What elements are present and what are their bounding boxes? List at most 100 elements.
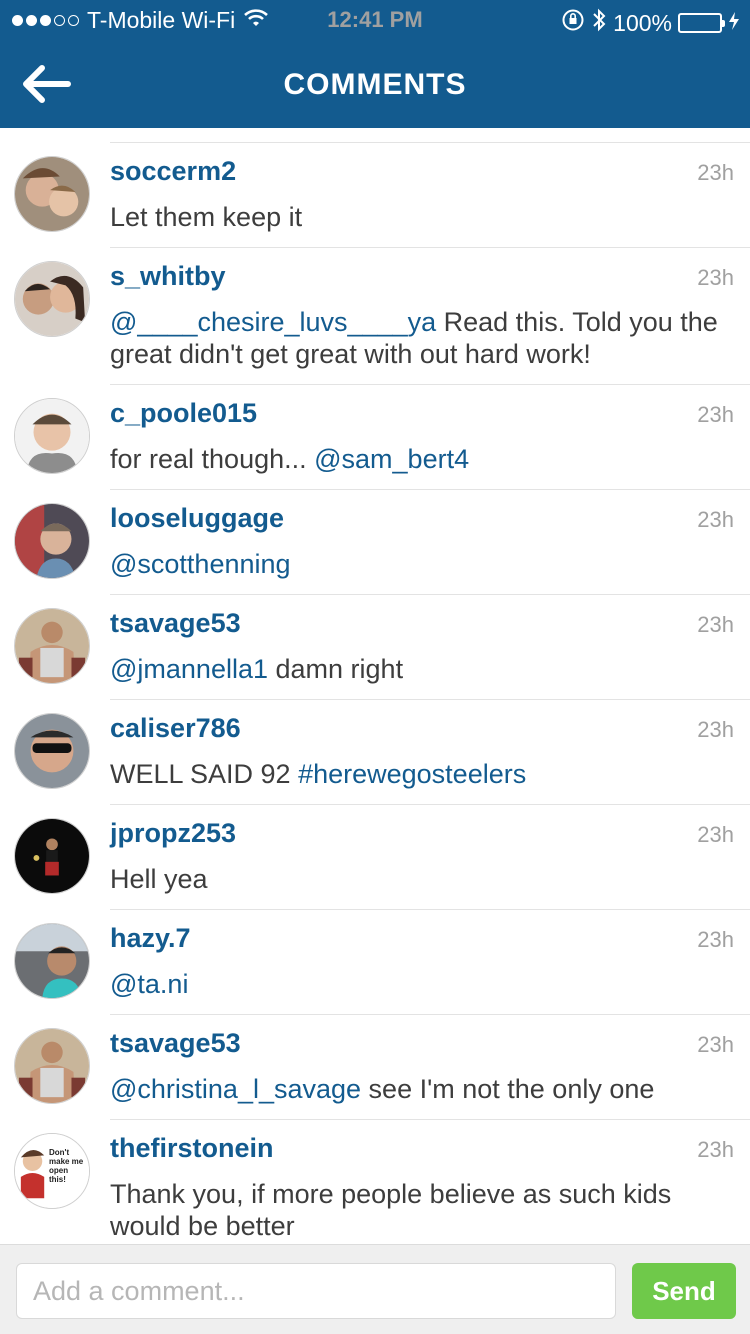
comment-header: jpropz253 23h — [110, 818, 734, 849]
comment-item: tsavage53 23h @jmannella1 damn right — [0, 594, 750, 699]
app-header: T-Mobile Wi-Fi 12:41 PM 100% COMMENTS — [0, 0, 750, 128]
comment-username[interactable]: soccerm2 — [110, 156, 236, 187]
comment-header: caliser786 23h — [110, 713, 734, 744]
comment-header: looseluggage 23h — [110, 503, 734, 534]
avatar[interactable] — [14, 398, 90, 474]
comment-item: s_whitby 23h @____chesire_luvs____ya Read … — [0, 247, 750, 384]
comment-text: @jmannella1 damn right — [110, 653, 734, 685]
comment-text: @christina_l_savage see I'm not the only… — [110, 1073, 734, 1105]
comment-username[interactable]: tsavage53 — [110, 608, 241, 639]
comment-username[interactable]: tsavage53 — [110, 1028, 241, 1059]
comment-body: hazy.7 23h @ta.ni — [110, 923, 750, 1000]
comment-text: @ta.ni — [110, 968, 734, 1000]
battery-icon — [678, 13, 725, 33]
comment-item: soccerm2 23h Let them keep it — [0, 142, 750, 247]
comment-item: hazy.7 23h @ta.ni — [0, 909, 750, 1014]
mention-link[interactable]: @jmannella1 — [110, 654, 268, 684]
comment-body: jpropz253 23h Hell yea — [110, 818, 750, 895]
comment-header: soccerm2 23h — [110, 156, 734, 187]
comment-composer: Send — [0, 1244, 750, 1334]
comment-text: Hell yea — [110, 863, 734, 895]
mention-link[interactable]: @scotthenning — [110, 549, 291, 579]
avatar-badge-text: Don't make me open this! — [49, 1148, 84, 1184]
comment-time: 23h — [697, 612, 734, 637]
avatar[interactable] — [14, 923, 90, 999]
comment-username[interactable]: looseluggage — [110, 503, 284, 534]
avatar[interactable] — [14, 156, 90, 232]
comment-item: caliser786 23h WELL SAID 92 #herewegosteel… — [0, 699, 750, 804]
battery-percent: 100% — [613, 9, 672, 36]
mention-link[interactable]: @christina_l_savage — [110, 1074, 361, 1104]
comment-item: tsavage53 23h @christina_l_savage see I'm … — [0, 1014, 750, 1119]
comment-username[interactable]: hazy.7 — [110, 923, 191, 954]
comment-header: c_poole015 23h — [110, 398, 734, 429]
comment-header: tsavage53 23h — [110, 608, 734, 639]
comment-username[interactable]: c_poole015 — [110, 398, 257, 429]
status-bar: T-Mobile Wi-Fi 12:41 PM 100% — [0, 0, 750, 40]
mention-link[interactable]: @____chesire_luvs____ya — [110, 307, 436, 337]
avatar[interactable] — [14, 1028, 90, 1104]
comment-body: tsavage53 23h @jmannella1 damn right — [110, 608, 750, 685]
comment-time: 23h — [697, 1032, 734, 1057]
comment-text-segment: Let them keep it — [110, 202, 303, 232]
comment-text-segment: for real though... — [110, 444, 315, 474]
avatar[interactable] — [14, 713, 90, 789]
comment-body: caliser786 23h WELL SAID 92 #herewegosteel… — [110, 713, 750, 790]
rotation-lock-icon — [561, 8, 585, 38]
comment-item: Don't make me open this! thefirstonein 23h… — [0, 1119, 750, 1244]
comment-header: thefirstonein 23h — [110, 1133, 734, 1164]
comment-username[interactable]: caliser786 — [110, 713, 241, 744]
comment-body: thefirstonein 23h Thank you, if more peopl… — [110, 1133, 750, 1242]
comment-text: Thank you, if more people believe as suc… — [110, 1178, 734, 1242]
mention-link[interactable]: #herewegosteelers — [298, 759, 526, 789]
comment-body: soccerm2 23h Let them keep it — [110, 156, 750, 233]
comment-text: @scotthenning — [110, 548, 734, 580]
comment-text: @____chesire_luvs____ya Read this. Told … — [110, 306, 734, 370]
comment-body: looseluggage 23h @scotthenning — [110, 503, 750, 580]
page-title: COMMENTS — [283, 68, 467, 101]
comments-list[interactable]: soccerm2 23h Let them keep it s_whitby 23h @_… — [0, 128, 750, 1244]
comment-body: tsavage53 23h @christina_l_savage see I'm … — [110, 1028, 750, 1105]
avatar[interactable]: Don't make me open this! — [14, 1133, 90, 1209]
comment-text-segment: WELL SAID 92 — [110, 759, 299, 789]
charging-icon — [728, 10, 740, 37]
comment-text: Let them keep it — [110, 201, 734, 233]
comment-body: c_poole015 23h for real though... @sam_ber… — [110, 398, 750, 475]
comment-text-segment: Hell yea — [110, 864, 208, 894]
comment-header: tsavage53 23h — [110, 1028, 734, 1059]
comment-item: jpropz253 23h Hell yea — [0, 804, 750, 909]
comment-username[interactable]: s_whitby — [110, 261, 226, 292]
comment-items: soccerm2 23h Let them keep it s_whitby 23h @_… — [0, 128, 750, 1244]
nav-bar: COMMENTS — [0, 44, 750, 128]
comment-username[interactable]: jpropz253 — [110, 818, 236, 849]
avatar[interactable] — [14, 503, 90, 579]
comment-time: 23h — [697, 822, 734, 847]
mention-link[interactable]: @ta.ni — [110, 969, 188, 999]
comment-body: s_whitby 23h @____chesire_luvs____ya Read … — [110, 261, 750, 370]
status-right: 100% — [561, 7, 740, 39]
bluetooth-icon — [591, 7, 607, 39]
comment-time: 23h — [697, 160, 734, 185]
comment-item: looseluggage 23h @scotthenning — [0, 489, 750, 594]
comment-header: s_whitby 23h — [110, 261, 734, 292]
comment-text-segment: see I'm not the only one — [361, 1074, 655, 1104]
mention-link[interactable]: @sam_bert4 — [314, 444, 469, 474]
avatar[interactable] — [14, 261, 90, 337]
avatar[interactable] — [14, 608, 90, 684]
comment-time: 23h — [697, 1137, 734, 1162]
send-button[interactable]: Send — [632, 1263, 736, 1319]
comment-time: 23h — [697, 265, 734, 290]
comment-input[interactable] — [16, 1263, 616, 1319]
comment-text: for real though... @sam_bert4 — [110, 443, 734, 475]
comment-header: hazy.7 23h — [110, 923, 734, 954]
comment-username[interactable]: thefirstonein — [110, 1133, 274, 1164]
comment-time: 23h — [697, 927, 734, 952]
comment-item: c_poole015 23h for real though... @sam_ber… — [0, 384, 750, 489]
comment-text-segment: Thank you, if more people believe as suc… — [110, 1179, 672, 1241]
comment-time: 23h — [697, 507, 734, 532]
comment-time: 23h — [697, 402, 734, 427]
comment-text: WELL SAID 92 #herewegosteelers — [110, 758, 734, 790]
comment-text-segment: damn right — [268, 654, 404, 684]
avatar[interactable] — [14, 818, 90, 894]
comment-time: 23h — [697, 717, 734, 742]
